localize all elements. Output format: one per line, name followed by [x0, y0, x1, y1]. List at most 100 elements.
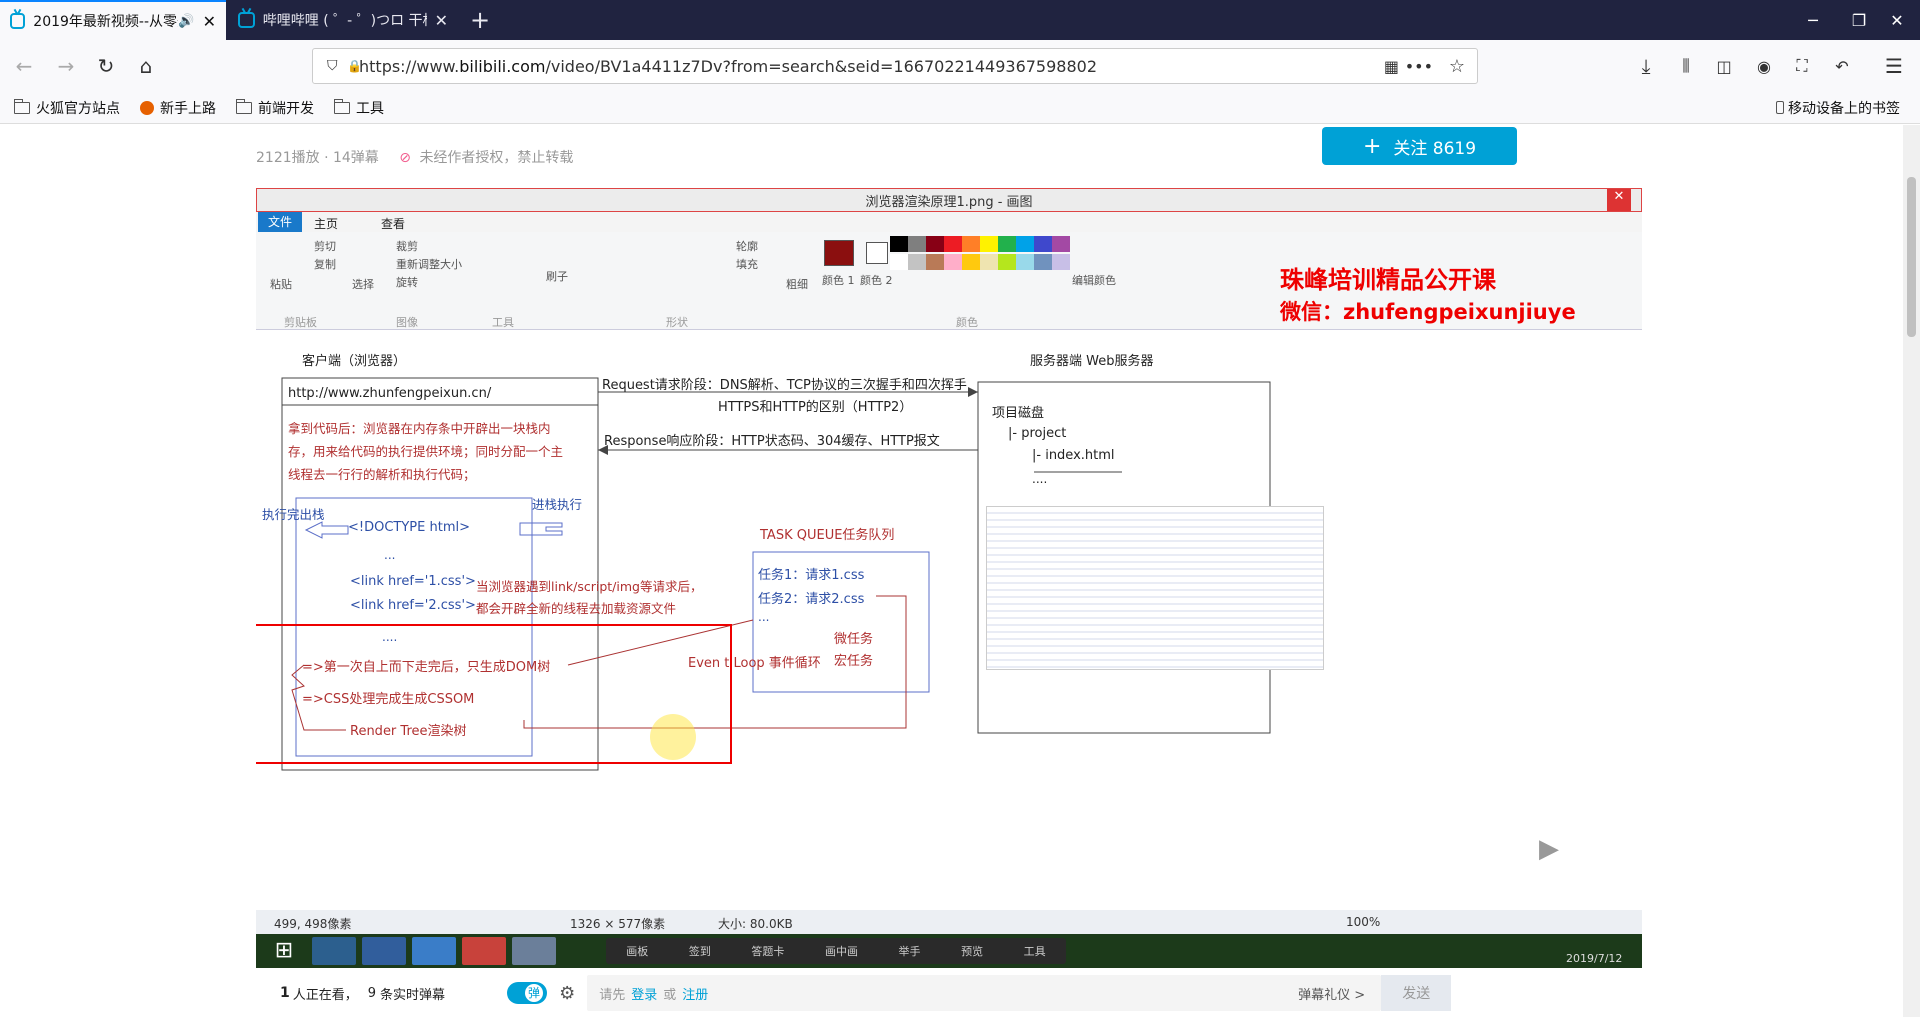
toggle-label: 弹 — [525, 984, 544, 1002]
close-window-button[interactable]: ✕ — [1874, 0, 1920, 40]
windows-taskbar: ⊞ 画板 签到 答题卡 画中画 举手 预览 工具 2019/7/12 — [256, 934, 1642, 968]
home-button[interactable]: ⌂ — [130, 50, 162, 82]
danmaku-bar: 1 人正在看， 9 条实时弹幕 弹 ⚙ 请先 登录 或 注册 弹幕礼仪 > 发送 — [256, 969, 1642, 1017]
danmaku-toggle[interactable]: 弹 — [507, 982, 548, 1004]
folder-icon — [236, 98, 252, 114]
server-title: 服务器端 Web服务器 — [1030, 354, 1154, 369]
back-button[interactable]: ← — [8, 50, 40, 82]
account-icon[interactable]: ◉ — [1748, 50, 1780, 82]
downloads-icon[interactable]: ⤓ — [1630, 50, 1662, 82]
code-editor-thumbnail — [986, 506, 1324, 670]
viewer-count: 1 — [280, 985, 290, 1001]
danmaku-etiquette-link[interactable]: 弹幕礼仪 > — [1298, 984, 1365, 1003]
bookmark-label: 移动设备上的书签 — [1788, 100, 1900, 117]
color1-swatch — [824, 240, 854, 266]
tab-bilibili-home[interactable]: 哔哩哔哩 ( ゜- ゜)つロ 干杯~-bi ✕ — [228, 0, 458, 40]
sidebar-icon[interactable]: ◫ — [1708, 50, 1740, 82]
taskbar-date: 2019/7/12 — [1566, 952, 1623, 965]
copyright-notice: 未经作者授权，禁止转载 — [419, 150, 574, 166]
group-shapes: 形状 — [666, 316, 688, 329]
watermark-wechat: 微信：zhufengpeixunjiuye — [1280, 300, 1576, 324]
bookmarks-toolbar: 火狐官方站点 新手上路 前端开发 工具 移动设备上的书签 — [0, 92, 1920, 124]
plus-icon: + — [1362, 133, 1382, 159]
browser-tab-strip: 2019年最新视频--从零开始 🔊 ✕ 哔哩哔哩 ( ゜- ゜)つロ 干杯~-b… — [0, 0, 1920, 40]
client-desc-3: 线程去一行行的解析和执行代码； — [288, 467, 476, 482]
cursor-position: 499, 498像素 — [274, 917, 352, 931]
client-title: 客户端（浏览器） — [302, 354, 407, 369]
paint-statusbar: 499, 498像素 1326 × 577像素 大小: 80.0KB 100% — [256, 910, 1642, 934]
zoom-level: 100% — [1346, 915, 1381, 929]
new-tab-button[interactable]: + — [460, 0, 500, 40]
live-tool: 画中画 — [824, 945, 858, 958]
register-link[interactable]: 注册 — [682, 984, 708, 1003]
page-scrollbar[interactable] — [1903, 125, 1920, 1017]
paint-ribbon: 粘贴 剪切 复制 选择 裁剪 重新调整大小 旋转 刷子 轮廓 填充 粗细 颜色 … — [256, 232, 1642, 330]
placeholder-prefix: 请先 — [599, 987, 626, 1003]
undo-close-icon[interactable]: ↶ — [1826, 50, 1858, 82]
image-size: 1326 × 577像素 — [570, 917, 666, 931]
paint-tab-home: 主页 — [314, 217, 339, 231]
task-more: ... — [758, 610, 770, 624]
danmaku-count: 9 — [367, 985, 377, 1001]
paint-titlebar: 浏览器渲染原理1.png - 画图 ✕ — [256, 188, 1642, 212]
send-button[interactable]: 发送 — [1381, 975, 1452, 1011]
thread-note-2: 都会开辟全新的线程去加载资源文件 — [476, 601, 677, 616]
paint-resize: 重新调整大小 — [396, 258, 462, 271]
tab-label: 2019年最新视频--从零开始 — [33, 14, 178, 30]
library-icon[interactable]: ⫼ — [1670, 50, 1702, 82]
qr-code-icon[interactable]: ▦ — [1384, 57, 1399, 76]
project-disk: 项目磁盘 — [992, 406, 1045, 421]
url-host: bilibili.com — [459, 56, 546, 76]
screenshot-icon[interactable]: ⛶ — [1786, 50, 1818, 82]
play-icon[interactable]: ▶ — [1520, 824, 1578, 874]
lock-icon[interactable]: 🔒 — [347, 59, 362, 73]
project-more: .... — [1032, 472, 1048, 486]
paint-rotate: 旋转 — [396, 276, 418, 289]
minimize-button[interactable]: ─ — [1790, 0, 1836, 40]
client-desc-1: 拿到代码后：浏览器在内存条中开辟出一块栈内 — [288, 421, 551, 436]
bookmark-label: 火狐官方站点 — [36, 100, 120, 117]
login-link[interactable]: 登录 — [631, 984, 657, 1003]
paint-color2: 颜色 2 — [860, 274, 893, 287]
menu-icon[interactable]: ☰ — [1878, 50, 1910, 82]
paint-copy: 复制 — [314, 258, 336, 271]
color-palette — [890, 236, 1070, 290]
bilibili-favicon-icon — [238, 12, 255, 28]
danmaku-settings-icon[interactable]: ⚙ — [559, 983, 575, 1004]
page-actions-icon[interactable]: ••• — [1405, 57, 1433, 76]
reload-button[interactable]: ↻ — [90, 50, 122, 82]
bookmark-frontend[interactable]: 前端开发 — [236, 98, 314, 118]
forward-button[interactable]: → — [50, 50, 82, 82]
bookmark-getting-started[interactable]: 新手上路 — [140, 98, 216, 118]
tab-bilibili-video[interactable]: 2019年最新视频--从零开始 🔊 ✕ — [0, 0, 226, 40]
close-tab-icon[interactable]: ✕ — [203, 12, 216, 31]
index-file: |- index.html — [1032, 448, 1115, 463]
or-text: 或 — [663, 987, 677, 1003]
live-tool: 答题卡 — [751, 945, 785, 958]
url-bar[interactable]: ⛉ 🔒 https://www. bilibili.com/video/BV1a4… — [312, 48, 1478, 84]
file-size: 大小: 80.0KB — [718, 917, 793, 931]
speaker-icon[interactable]: 🔊 — [178, 14, 194, 29]
live-tool: 签到 — [688, 945, 711, 958]
danmaku-input[interactable]: 请先 登录 或 注册 弹幕礼仪 > — [587, 975, 1382, 1011]
highlight-box — [256, 624, 732, 764]
doctype-line: <!DOCTYPE html> — [348, 520, 470, 535]
url-prefix: https://www. — [359, 56, 460, 76]
scrollbar-thumb[interactable] — [1907, 177, 1916, 337]
close-tab-icon[interactable]: ✕ — [435, 11, 448, 30]
task-queue-title: TASK QUEUE任务队列 — [760, 528, 895, 543]
bookmark-mobile[interactable]: 移动设备上的书签 — [1776, 98, 1900, 118]
task-2: 任务2：请求2.css — [758, 592, 865, 607]
bilibili-favicon-icon — [10, 13, 26, 29]
bookmark-firefox-official[interactable]: 火狐官方站点 — [14, 98, 120, 118]
follow-button[interactable]: + 关注 8619 — [1322, 127, 1517, 165]
video-player[interactable]: 浏览器渲染原理1.png - 画图 ✕ 文件 主页 查看 粘贴 剪切 复制 选择… — [256, 188, 1642, 968]
page-content: 2121播放 · 14弹幕 ⊘ 未经作者授权，禁止转载 + 关注 8619 浏览器… — [0, 125, 1920, 1017]
bookmark-label: 工具 — [356, 100, 384, 117]
link-css-1: <link href='1.css'> — [350, 574, 476, 589]
exec-in-label: 进栈执行 — [532, 497, 583, 512]
bookmark-star-icon[interactable]: ☆ — [1449, 56, 1465, 77]
paint-canvas: 客户端（浏览器） 服务器端 Web服务器 http://www.zhunfeng… — [256, 330, 1618, 910]
shield-icon[interactable]: ⛉ — [327, 58, 338, 74]
bookmark-tools[interactable]: 工具 — [334, 98, 384, 118]
